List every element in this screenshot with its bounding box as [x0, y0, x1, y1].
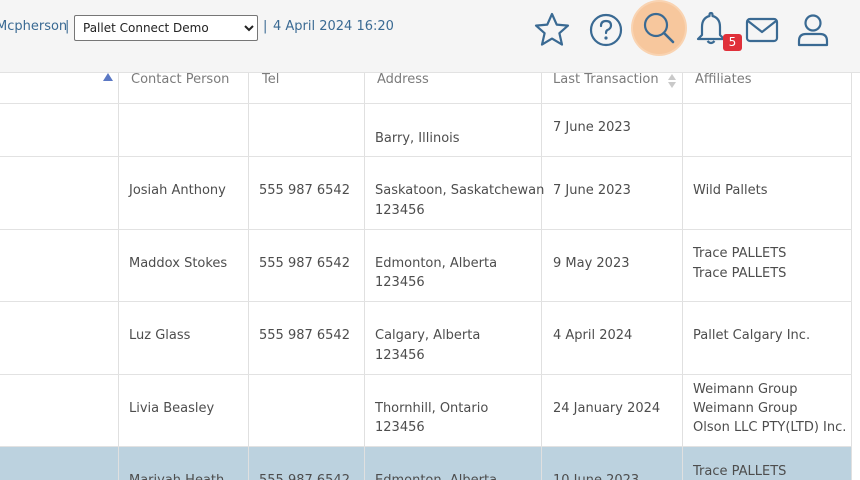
star-icon[interactable]: [532, 10, 572, 50]
column-header-contact-person[interactable]: Contact Person: [131, 73, 229, 103]
address-line: Edmonton, Alberta: [375, 256, 498, 271]
affiliate-item: Wild Pallets: [693, 183, 768, 198]
organization-select[interactable]: Pallet Connect Demo: [74, 15, 258, 41]
address-line: 123456: [375, 420, 425, 435]
last-transaction-cell: 7 June 2023: [553, 183, 631, 198]
tel-cell: 555 987 6542: [259, 256, 350, 271]
last-transaction-cell: 9 May 2023: [553, 256, 630, 271]
address-line: 123456: [375, 348, 425, 363]
column-divider: [541, 73, 542, 480]
column-header-last-transaction[interactable]: Last Transaction: [553, 73, 659, 103]
address-line: Thornhill, Ontario: [375, 401, 489, 416]
sort-neutral-icon[interactable]: [667, 73, 677, 89]
address-line: 123456: [375, 275, 425, 290]
affiliate-item: Trace PALLETS: [693, 266, 787, 281]
contact-person-cell: Josiah Anthony: [129, 183, 226, 198]
last-transaction-cell: 7 June 2023: [553, 120, 631, 135]
tel-cell: 555 987 6542: [259, 328, 350, 343]
contact-person-cell: Luz Glass: [129, 328, 191, 343]
address-line: Saskatoon, Saskatchewan: [375, 183, 545, 198]
separator: |: [65, 19, 70, 34]
affiliate-item: Trace PALLETS: [693, 246, 787, 261]
search-button[interactable]: [633, 2, 685, 54]
contact-person-cell: Mariyah Heath: [129, 471, 224, 480]
contact-person-cell: Livia Beasley: [129, 401, 215, 416]
sort-ascending-icon[interactable]: [103, 73, 113, 81]
column-divider: [364, 73, 365, 480]
envelope-icon[interactable]: [742, 10, 782, 50]
user-icon[interactable]: [793, 10, 833, 50]
affiliate-item: Weimann Group: [693, 401, 798, 416]
address-line: 123456: [375, 203, 425, 218]
column-header-tel[interactable]: Tel: [262, 73, 279, 103]
affiliate-item: Olson LLC PTY(LTD) Inc.: [693, 420, 847, 435]
column-divider: [851, 73, 852, 480]
row-divider: [0, 301, 852, 302]
column-divider: [118, 73, 119, 480]
notification-count-badge: 5: [723, 34, 742, 51]
current-datetime: 4 April 2024 16:20: [273, 19, 394, 34]
row-divider: [0, 103, 852, 104]
affiliate-item: Weimann Group: [693, 382, 798, 397]
column-header-affiliates[interactable]: Affiliates: [695, 73, 752, 103]
row-divider: [0, 156, 852, 157]
affiliate-item: Pallet Calgary Inc.: [693, 328, 811, 343]
user-name-link[interactable]: Mcpherson: [0, 19, 67, 34]
address-line: Calgary, Alberta: [375, 328, 481, 343]
last-transaction-cell: 4 April 2024: [553, 328, 633, 343]
separator: |: [263, 19, 268, 34]
tel-cell: 555 987 6542: [259, 471, 350, 480]
top-bar: Mcpherson | Pallet Connect Demo | 4 Apri…: [0, 0, 860, 73]
column-divider: [248, 73, 249, 480]
contacts-table: Contact Person Tel Address Last Transact…: [0, 73, 860, 480]
row-divider: [0, 229, 852, 230]
contact-person-cell: Maddox Stokes: [129, 256, 228, 271]
address-line: Barry, Illinois: [375, 131, 460, 146]
row-divider: [0, 374, 852, 375]
search-icon: [643, 12, 675, 44]
affiliate-item: Trace PALLETS: [693, 464, 787, 479]
tel-cell: 555 987 6542: [259, 183, 350, 198]
question-circle-icon[interactable]: [586, 10, 626, 50]
address-line: Edmonton, Alberta: [375, 471, 497, 480]
last-transaction-cell: 10 June 2023: [553, 471, 639, 480]
row-divider: [0, 446, 852, 447]
column-divider: [682, 73, 683, 480]
last-transaction-cell: 24 January 2024: [553, 401, 661, 416]
column-header-address[interactable]: Address: [377, 73, 429, 103]
